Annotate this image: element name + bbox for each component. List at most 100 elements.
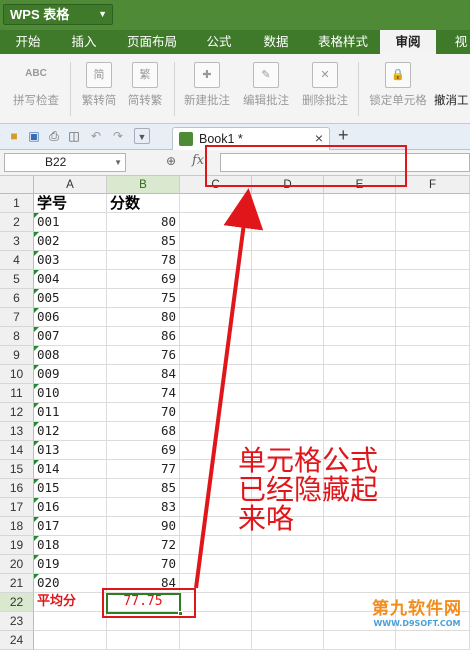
save-icon[interactable]: ▣ [26, 128, 42, 144]
cell-empty[interactable] [252, 327, 324, 346]
row-header[interactable]: 15 [0, 460, 34, 479]
row-header[interactable]: 17 [0, 498, 34, 517]
cell-a[interactable]: 003 [34, 251, 107, 270]
cell-empty[interactable] [180, 232, 252, 251]
cell-empty[interactable] [252, 270, 324, 289]
zoom-search-icon[interactable]: ⊕ [166, 154, 176, 168]
cell-a[interactable]: 014 [34, 460, 107, 479]
cell-empty[interactable] [324, 327, 396, 346]
cell-b[interactable]: 80 [107, 308, 180, 327]
row-header[interactable]: 4 [0, 251, 34, 270]
cell-empty[interactable] [396, 555, 470, 574]
open-folder-icon[interactable]: ■ [6, 128, 22, 144]
cell-empty[interactable] [180, 327, 252, 346]
cell-empty[interactable] [180, 346, 252, 365]
cell-b[interactable]: 78 [107, 251, 180, 270]
cell-empty[interactable] [396, 384, 470, 403]
undo-protect-button[interactable]: 撤消工 [434, 60, 470, 118]
cell-empty[interactable] [180, 289, 252, 308]
cell-empty[interactable] [252, 422, 324, 441]
cell-empty[interactable] [252, 251, 324, 270]
cell-a[interactable]: 017 [34, 517, 107, 536]
cell-b[interactable]: 85 [107, 479, 180, 498]
cell-empty[interactable] [396, 232, 470, 251]
new-comment-button[interactable]: ✚ 新建批注 [178, 60, 236, 118]
cell-empty[interactable] [180, 308, 252, 327]
name-box[interactable]: B22 ▼ [4, 153, 126, 172]
cell-empty[interactable] [396, 403, 470, 422]
cell-empty[interactable] [324, 422, 396, 441]
cell-empty[interactable] [396, 422, 470, 441]
cell-empty[interactable] [252, 574, 324, 593]
print-preview-icon[interactable]: ◫ [66, 128, 82, 144]
cell-empty[interactable] [396, 289, 470, 308]
cell-empty[interactable] [324, 555, 396, 574]
cell-empty[interactable] [252, 289, 324, 308]
cell-empty[interactable] [180, 384, 252, 403]
cell-empty[interactable] [252, 308, 324, 327]
row-header[interactable]: 19 [0, 536, 34, 555]
delete-comment-button[interactable]: ✕ 删除批注 [296, 60, 354, 118]
spellcheck-button[interactable]: ABC 拼写检查 [6, 60, 66, 118]
cell-b[interactable]: 83 [107, 498, 180, 517]
column-header-a[interactable]: A [34, 176, 107, 194]
cell-b[interactable]: 70 [107, 403, 180, 422]
cell-empty[interactable] [324, 384, 396, 403]
cell-a[interactable]: 004 [34, 270, 107, 289]
cell-empty[interactable] [396, 536, 470, 555]
cell-empty[interactable] [396, 517, 470, 536]
column-header-b[interactable]: B [107, 176, 180, 194]
cell-empty[interactable] [180, 365, 252, 384]
cell-empty[interactable] [180, 403, 252, 422]
cell-b[interactable]: 86 [107, 327, 180, 346]
cell-b[interactable]: 74 [107, 384, 180, 403]
row-header[interactable]: 2 [0, 213, 34, 232]
cell-empty[interactable] [324, 403, 396, 422]
cell-b[interactable] [107, 631, 180, 650]
cell-empty[interactable] [324, 213, 396, 232]
row-header[interactable]: 12 [0, 403, 34, 422]
row-header[interactable]: 20 [0, 555, 34, 574]
menu-6[interactable]: 表格样式 [308, 30, 378, 54]
cell-a[interactable]: 002 [34, 232, 107, 251]
cell-empty[interactable] [396, 346, 470, 365]
cell-b[interactable]: 90 [107, 517, 180, 536]
cell-empty[interactable] [180, 270, 252, 289]
row-header[interactable]: 24 [0, 631, 34, 650]
cell-empty[interactable] [324, 251, 396, 270]
cell-b[interactable]: 77 [107, 460, 180, 479]
cell-a[interactable]: 016 [34, 498, 107, 517]
cell-empty[interactable] [252, 536, 324, 555]
print-icon[interactable]: ⎙ [46, 128, 62, 144]
row-header[interactable]: 6 [0, 289, 34, 308]
menu-2[interactable]: 插入 [56, 30, 112, 54]
menu-7[interactable]: 审阅 [380, 30, 436, 54]
cell-empty[interactable] [396, 479, 470, 498]
cell-empty[interactable] [396, 631, 470, 650]
cell-b[interactable]: 85 [107, 232, 180, 251]
row-header[interactable]: 14 [0, 441, 34, 460]
cell-empty[interactable] [396, 460, 470, 479]
select-all-corner[interactable] [0, 176, 34, 194]
edit-comment-button[interactable]: ✎ 编辑批注 [237, 60, 295, 118]
cell-a[interactable]: 015 [34, 479, 107, 498]
cell-empty[interactable] [396, 327, 470, 346]
menu-3[interactable]: 页面布局 [110, 30, 194, 54]
menu-8[interactable]: 视 [446, 30, 470, 54]
row-header[interactable]: 1 [0, 194, 34, 213]
row-header[interactable]: 21 [0, 574, 34, 593]
cell-a[interactable]: 学号 [34, 194, 107, 213]
cell-empty[interactable] [252, 593, 324, 612]
column-header-f[interactable]: F [396, 176, 470, 194]
row-header[interactable]: 16 [0, 479, 34, 498]
cell-empty[interactable] [324, 631, 396, 650]
undo-icon[interactable]: ↶ [88, 128, 104, 144]
cell-empty[interactable] [252, 612, 324, 631]
cell-empty[interactable] [324, 536, 396, 555]
cell-empty[interactable] [180, 536, 252, 555]
cell-a[interactable]: 005 [34, 289, 107, 308]
row-header[interactable]: 9 [0, 346, 34, 365]
quick-access-dropdown-icon[interactable]: ▼ [134, 128, 150, 144]
cell-a[interactable]: 011 [34, 403, 107, 422]
cell-a[interactable]: 006 [34, 308, 107, 327]
